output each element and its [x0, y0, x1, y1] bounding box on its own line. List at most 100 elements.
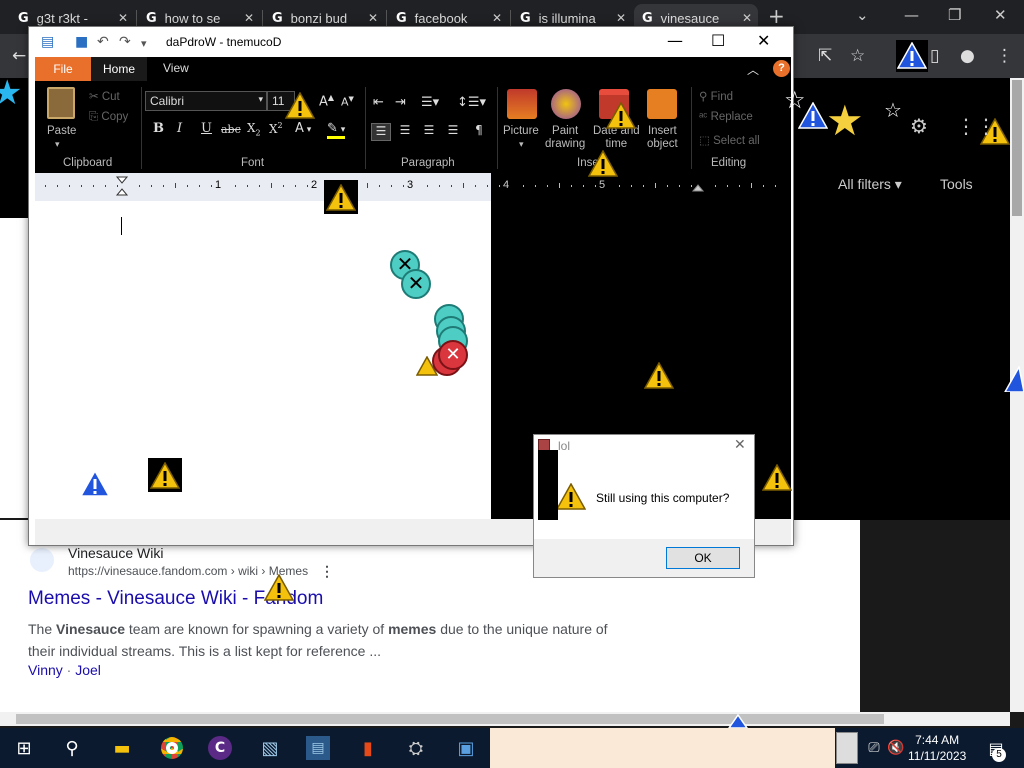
grow-font-icon[interactable]: A▲ [319, 93, 334, 109]
close-icon[interactable]: ✕ [118, 11, 128, 25]
close-icon[interactable]: ✕ [757, 31, 770, 50]
paint-palette-icon[interactable] [551, 89, 581, 119]
customize-quick-access-icon[interactable]: ▾ [141, 37, 147, 50]
italic-button[interactable]: I [177, 121, 182, 136]
start-windows-icon[interactable]: ⊞ [12, 736, 36, 760]
profile-avatar-icon[interactable]: ● [960, 46, 975, 66]
bullet-list-icon[interactable]: ☰▾ [421, 95, 439, 110]
share-icon[interactable]: ⇱ [818, 46, 832, 66]
dialog-titlebar: lol ✕ [534, 435, 754, 457]
sitelink-joel[interactable]: Joel [75, 662, 101, 678]
paragraph-settings-icon[interactable]: ¶ [469, 123, 489, 141]
close-icon[interactable]: ✕ [492, 11, 502, 25]
tab-file[interactable]: File [35, 57, 91, 81]
photo-app-icon[interactable]: ▧ [258, 736, 282, 760]
ribbon-tabs: File Home View ︿ ? [35, 57, 791, 81]
close-icon[interactable]: ✕ [244, 11, 254, 25]
binoculars-icon: ⚲ [699, 91, 708, 103]
paste-button[interactable]: Paste [47, 125, 76, 137]
all-filters-button[interactable]: All filters ▾ [838, 176, 902, 193]
justify-icon[interactable]: ☰ [443, 123, 463, 141]
ruler[interactable]: 1 2 3 4 5 [35, 173, 791, 201]
horizontal-scroll-thumb[interactable] [16, 714, 884, 724]
shrink-font-icon[interactable]: A▼ [341, 95, 354, 109]
minimize-icon[interactable]: — [667, 31, 683, 50]
maximize-icon[interactable]: ☐ [711, 31, 725, 50]
google-icon: G [18, 10, 29, 26]
network-icon[interactable]: ⎚ [862, 736, 886, 760]
decrease-indent-icon[interactable]: ⇤ [373, 95, 384, 110]
vertical-scroll-thumb[interactable] [1012, 80, 1022, 216]
picture-icon[interactable] [507, 89, 537, 119]
sidebar-icon[interactable]: ▯ [930, 46, 939, 66]
close-icon[interactable]: ✕ [742, 11, 752, 25]
menu-kebab-icon[interactable]: ⋮ [996, 46, 1013, 66]
sitelink-vinny[interactable]: Vinny [28, 662, 63, 678]
picture-dropdown-icon[interactable]: ▾ [519, 139, 524, 150]
insert-object-button[interactable]: Insert object [647, 125, 678, 151]
font-family-select[interactable]: Calibri ▾ [145, 91, 267, 111]
apps-grid-icon[interactable]: ⋮⋮ [956, 114, 996, 138]
strikethrough-button[interactable]: abc [221, 123, 241, 136]
picture-button[interactable]: Picture [503, 125, 539, 137]
restore-icon[interactable]: ❐ [948, 6, 961, 24]
close-icon[interactable]: ✕ [616, 11, 626, 25]
media-icon[interactable]: ▣ [454, 736, 478, 760]
collapse-ribbon-icon[interactable]: ︿ [747, 61, 759, 78]
text-color-button[interactable]: A ▾ [295, 121, 312, 139]
tools-button[interactable]: Tools [940, 176, 973, 192]
insert-object-icon[interactable] [647, 89, 677, 119]
taskbar-clock[interactable]: 7:44 AM 11/11/2023 [908, 732, 966, 764]
superscript-button[interactable]: X2 [269, 121, 283, 136]
app-c-icon[interactable]: C [208, 736, 232, 760]
close-window-icon[interactable]: ✕ [994, 6, 1007, 24]
more-options-icon[interactable]: ⋮ [320, 563, 334, 580]
align-right-icon[interactable]: ☰ [419, 123, 439, 141]
show-hidden-icons-button[interactable] [836, 732, 858, 764]
bookmark-star-icon[interactable]: ☆ [850, 46, 865, 66]
redo-icon[interactable]: ↷ [119, 34, 131, 50]
notification-count-badge: 5 [992, 748, 1006, 762]
highlight-button[interactable]: ✎ ▾ [327, 121, 346, 139]
save-icon[interactable]: ■ [75, 34, 88, 50]
align-center-icon[interactable]: ☰ [395, 123, 415, 141]
search-icon[interactable]: ⚲ [60, 736, 84, 760]
close-icon[interactable]: ✕ [368, 11, 378, 25]
find-button[interactable]: ⚲ Find [699, 89, 733, 103]
bold-button[interactable]: B [153, 121, 164, 136]
tab-search-icon[interactable]: ⌄ [856, 6, 869, 24]
file-explorer-icon[interactable]: ▬ [110, 736, 134, 760]
office-icon[interactable]: ▮ [356, 736, 380, 760]
scissors-icon: ✂ [89, 91, 99, 103]
back-icon[interactable]: ← [12, 46, 26, 66]
line-spacing-icon[interactable]: ↕☰▾ [457, 95, 486, 110]
align-left-icon[interactable]: ☰ [371, 123, 391, 141]
select-all-button[interactable]: ⬚ Select all [699, 133, 760, 147]
underline-button[interactable]: U [201, 121, 212, 136]
undo-icon[interactable]: ↶ [97, 34, 109, 50]
help-icon[interactable]: ? [773, 60, 790, 77]
copy-button[interactable]: ⎘ Copy [89, 111, 128, 124]
volume-muted-icon[interactable]: 🔇 [884, 736, 908, 760]
editing-group-label: Editing [711, 157, 747, 169]
wordpad-taskbar-icon[interactable]: ▤ [306, 736, 330, 760]
package-icon[interactable]: ⛭ [404, 736, 428, 760]
paint-drawing-button[interactable]: Paint drawing [545, 125, 585, 151]
dialog-close-icon[interactable]: ✕ [734, 437, 746, 453]
ok-button[interactable]: OK [666, 547, 740, 569]
settings-gear-icon[interactable]: ⚙ [910, 114, 928, 138]
subscript-button[interactable]: X2 [247, 121, 261, 137]
increase-indent-icon[interactable]: ⇥ [395, 95, 406, 110]
cut-button[interactable]: ✂ Cut [89, 89, 120, 103]
tab-home[interactable]: Home [91, 57, 147, 81]
chrome-icon[interactable] [160, 736, 184, 760]
minimize-icon[interactable]: — [904, 6, 919, 24]
paste-icon[interactable] [47, 87, 75, 119]
new-tab-button[interactable]: + [768, 4, 785, 28]
clock-time: 7:44 AM [915, 733, 960, 747]
result-site-name: Vinesauce Wiki [68, 545, 164, 561]
paste-dropdown-icon[interactable]: ▾ [55, 139, 60, 150]
blue-warning-icon [728, 714, 748, 728]
tab-view[interactable]: View [163, 61, 189, 75]
replace-button[interactable]: ᵃᶜ Replace [699, 111, 753, 123]
